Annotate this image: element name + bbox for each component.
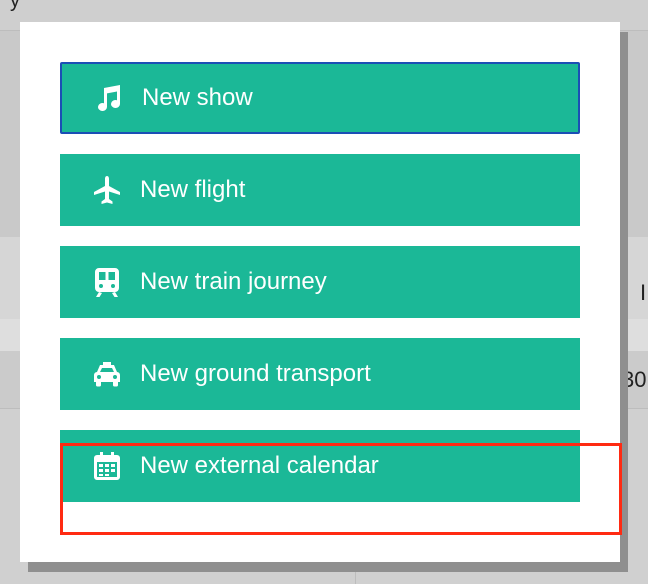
airplane-icon	[90, 173, 124, 207]
button-label: New train journey	[140, 268, 327, 295]
button-label: New ground transport	[140, 360, 371, 387]
new-train-journey-button[interactable]: New train journey	[60, 246, 580, 318]
train-icon	[90, 265, 124, 299]
new-show-button[interactable]: New show	[60, 62, 580, 134]
new-flight-button[interactable]: New flight	[60, 154, 580, 226]
background-text-fragment: y	[10, 0, 20, 12]
taxi-icon	[90, 357, 124, 391]
new-item-menu: New show New flight New train journey Ne…	[20, 22, 622, 562]
button-label: New show	[142, 84, 253, 111]
music-note-icon	[92, 81, 126, 115]
background-text-fragment: I	[640, 280, 647, 305]
highlight-annotation	[60, 443, 622, 535]
new-ground-transport-button[interactable]: New ground transport	[60, 338, 580, 410]
background-text-fragment: 30	[622, 367, 647, 392]
button-label: New flight	[140, 176, 246, 203]
